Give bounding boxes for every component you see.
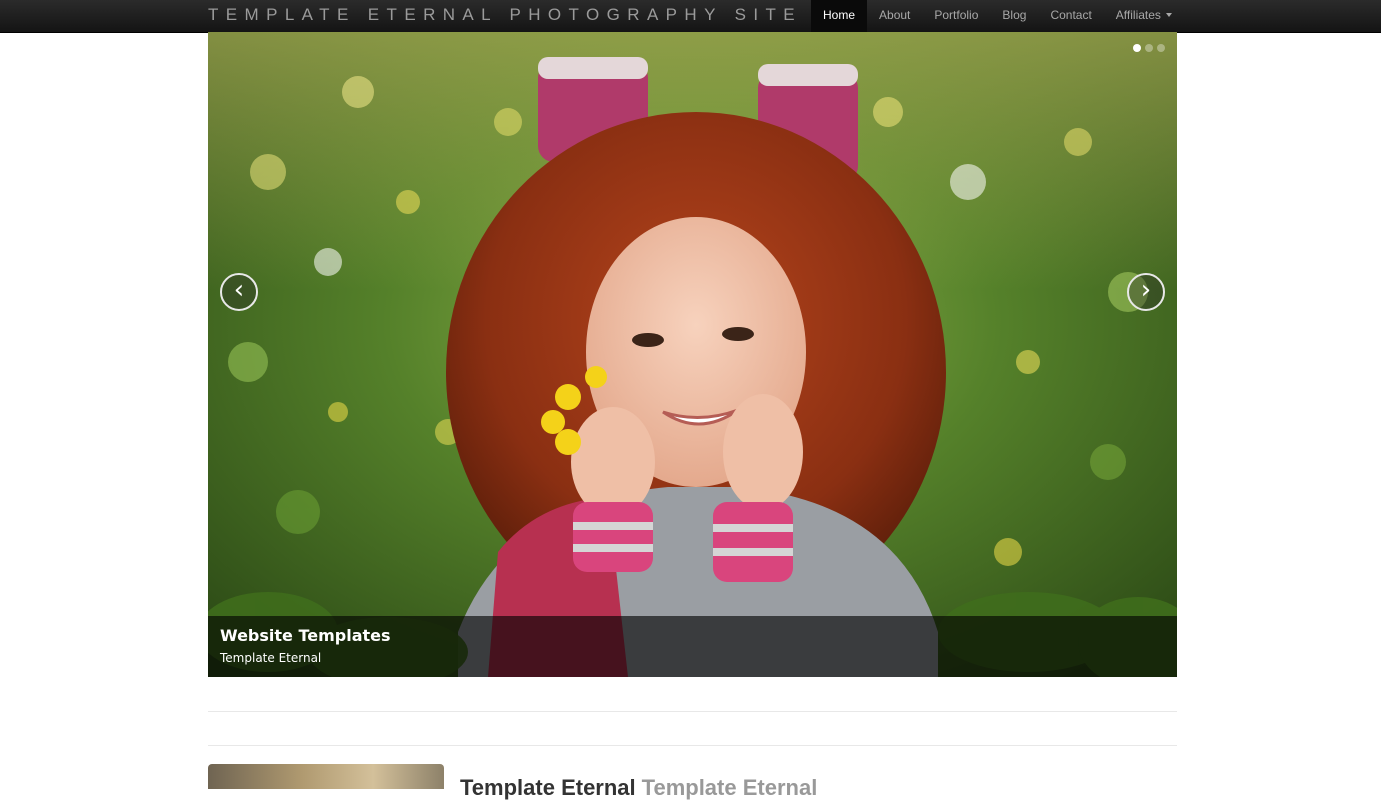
featurette-heading: Template Eternal Template Eternal [460,775,817,801]
divider [208,745,1177,746]
main-nav: Home About Portfolio Blog Contact Affili… [811,0,1184,32]
carousel-caption-title: Website Templates [220,626,391,645]
nav-item-affiliates-dropdown[interactable]: Affiliates [1104,0,1184,32]
carousel-caption-text: Template Eternal [220,651,322,665]
featurette-image [208,764,444,789]
chevron-right-icon: › [1140,275,1152,305]
top-navbar: TEMPLATE ETERNAL PHOTOGRAPHY SITE Home A… [0,0,1381,33]
featurette-heading-muted: Template Eternal [641,775,818,800]
carousel-next-button[interactable]: › [1127,273,1165,311]
nav-item-about[interactable]: About [867,0,922,32]
chevron-left-icon: ‹ [233,275,245,305]
carousel-indicator-2[interactable] [1145,44,1153,52]
nav-item-affiliates-label: Affiliates [1115,8,1161,22]
carousel-indicator-1[interactable] [1133,44,1141,52]
carousel-prev-button[interactable]: ‹ [220,273,258,311]
carousel-slide-image [208,32,1177,677]
featurette-heading-main: Template Eternal [460,775,636,800]
nav-item-contact[interactable]: Contact [1038,0,1103,32]
carousel-indicators [1133,44,1165,52]
nav-item-home[interactable]: Home [811,0,868,32]
caret-down-icon [1165,13,1172,17]
divider [208,711,1177,712]
carousel-indicator-3[interactable] [1157,44,1165,52]
nav-item-blog[interactable]: Blog [990,0,1038,32]
carousel-caption: Website Templates Template Eternal [208,616,1177,677]
brand-logo-text[interactable]: TEMPLATE ETERNAL PHOTOGRAPHY SITE [208,5,802,25]
hero-carousel: ‹ › Website Templates Template Eternal [208,32,1177,677]
nav-item-portfolio[interactable]: Portfolio [922,0,990,32]
